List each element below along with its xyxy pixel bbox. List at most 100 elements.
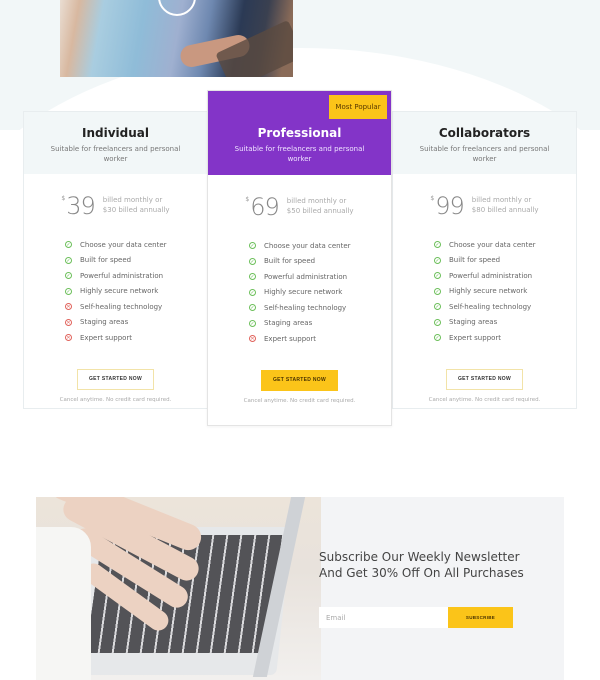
feature-label: Highly secure network <box>449 287 528 296</box>
check-circle-icon: ✓ <box>434 256 441 264</box>
price-row: $ 99 billed monthly or $80 billed annual… <box>393 193 576 219</box>
most-popular-badge: Most Popular <box>329 95 387 119</box>
feature-label: Powerful administration <box>80 271 164 280</box>
feature-item: ✓ Self-healing technology <box>249 300 391 316</box>
hero-video-thumbnail[interactable] <box>60 0 293 77</box>
feature-label: Choose your data center <box>264 241 351 250</box>
billing-monthly: billed monthly or <box>286 197 347 205</box>
feature-label: Expert support <box>264 334 317 343</box>
billing-info: billed monthly or $50 billed annually <box>287 196 354 216</box>
feature-item: ✓ Powerful administration <box>434 268 576 284</box>
feature-label: Highly secure network <box>80 287 159 296</box>
pricing-card-individual: Individual Suitable for freelancers and … <box>23 111 208 409</box>
x-circle-icon: ✕ <box>65 318 72 326</box>
billing-monthly: billed monthly or <box>471 196 532 204</box>
feature-list: ✓ Choose your data center ✓ Built for speed… <box>65 237 207 346</box>
pricing-card-collaborators: Collaborators Suitable for freelancers a… <box>392 111 577 409</box>
feature-label: Self-healing technology <box>80 302 163 311</box>
check-circle-icon: ✓ <box>65 256 72 264</box>
price-amount: 69 <box>250 193 280 221</box>
feature-item: ✓ Choose your data center <box>65 237 207 253</box>
feature-item: ✓ Built for speed <box>249 254 391 270</box>
currency-symbol: $ <box>245 196 250 203</box>
feature-label: Staging areas <box>80 318 129 327</box>
feature-label: Self-healing technology <box>264 303 347 312</box>
mug-shape <box>36 527 91 680</box>
price-row: $ 39 billed monthly or $30 billed annual… <box>24 193 207 219</box>
check-circle-icon: ✓ <box>434 241 441 249</box>
feature-item: ✓ Highly secure network <box>65 284 207 300</box>
card-header: Individual Suitable for freelancers and … <box>24 112 207 174</box>
check-circle-icon: ✓ <box>249 319 256 327</box>
play-icon[interactable] <box>158 0 196 16</box>
check-circle-icon: ✓ <box>434 334 441 342</box>
pricing-card-professional: Most Popular Professional Suitable for f… <box>207 90 392 426</box>
feature-label: Built for speed <box>80 256 132 265</box>
feature-list: ✓ Choose your data center ✓ Built for speed… <box>434 237 576 346</box>
feature-item: ✓ Staging areas <box>249 316 391 332</box>
get-started-button[interactable]: GET STARTED NOW <box>446 368 523 390</box>
check-circle-icon: ✓ <box>249 273 256 281</box>
feature-label: Expert support <box>449 333 502 342</box>
get-started-button[interactable]: GET STARTED NOW <box>261 369 338 391</box>
check-circle-icon: ✓ <box>249 288 256 296</box>
check-circle-icon: ✓ <box>65 272 72 280</box>
feature-item: ✓ Choose your data center <box>434 237 576 253</box>
currency-symbol: $ <box>430 195 435 202</box>
card-header: Most Popular Professional Suitable for f… <box>208 91 391 175</box>
feature-item: ✓ Highly secure network <box>249 285 391 301</box>
check-circle-icon: ✓ <box>65 241 72 249</box>
email-input[interactable] <box>319 607 448 628</box>
check-circle-icon: ✓ <box>434 318 441 326</box>
feature-label: Staging areas <box>449 318 498 327</box>
feature-item: ✓ Built for speed <box>65 253 207 269</box>
feature-item: ✓ Choose your data center <box>249 238 391 254</box>
plan-subtitle: Suitable for freelancers and personal wo… <box>419 145 550 163</box>
plan-subtitle: Suitable for freelancers and personal wo… <box>50 145 181 163</box>
billing-annual: $50 billed annually <box>286 207 354 215</box>
price-row: $ 69 billed monthly or $50 billed annual… <box>208 194 391 220</box>
cancel-note: Cancel anytime. No credit card required. <box>59 396 172 403</box>
feature-item: ✕ Self-healing technology <box>65 299 207 315</box>
feature-item: ✓ Expert support <box>434 330 576 346</box>
billing-monthly: billed monthly or <box>102 196 163 204</box>
feature-label: Powerful administration <box>264 272 348 281</box>
x-circle-icon: ✕ <box>65 334 72 342</box>
check-circle-icon: ✓ <box>434 303 441 311</box>
feature-item: ✓ Highly secure network <box>434 284 576 300</box>
laptop-typing-image <box>36 497 321 680</box>
card-header: Collaborators Suitable for freelancers a… <box>393 112 576 174</box>
subscribe-button[interactable]: SUBSCRIBE <box>448 607 513 628</box>
cancel-note: Cancel anytime. No credit card required. <box>428 396 541 403</box>
feature-item: ✓ Powerful administration <box>65 268 207 284</box>
plan-name: Professional <box>257 126 342 140</box>
plan-name: Individual <box>82 126 149 140</box>
feature-label: Choose your data center <box>449 240 536 249</box>
feature-label: Self-healing technology <box>449 302 532 311</box>
newsletter-form: SUBSCRIBE <box>319 607 513 628</box>
check-circle-icon: ✓ <box>249 242 256 250</box>
feature-item: ✕ Expert support <box>65 330 207 346</box>
feature-item: ✕ Expert support <box>249 331 391 347</box>
price-amount: 99 <box>435 192 465 220</box>
feature-item: ✓ Staging areas <box>434 315 576 331</box>
billing-annual: $30 billed annually <box>102 206 170 214</box>
check-circle-icon: ✓ <box>434 272 441 280</box>
plan-subtitle: Suitable for freelancers and personal wo… <box>234 145 365 163</box>
check-circle-icon: ✓ <box>249 257 256 265</box>
newsletter-section: Subscribe Our Weekly Newsletter And Get … <box>36 497 564 680</box>
cancel-note: Cancel anytime. No credit card required. <box>243 397 356 404</box>
price-amount: 39 <box>66 192 96 220</box>
newsletter-title: Subscribe Our Weekly Newsletter And Get … <box>319 550 524 580</box>
feature-label: Powerful administration <box>449 271 533 280</box>
check-circle-icon: ✓ <box>434 287 441 295</box>
feature-item: ✓ Built for speed <box>434 253 576 269</box>
billing-annual: $80 billed annually <box>471 206 539 214</box>
billing-info: billed monthly or $80 billed annually <box>472 195 539 215</box>
currency-symbol: $ <box>61 195 66 202</box>
tablet-shape <box>215 19 293 77</box>
feature-label: Choose your data center <box>80 240 167 249</box>
feature-label: Expert support <box>80 333 133 342</box>
get-started-button[interactable]: GET STARTED NOW <box>77 368 154 390</box>
x-circle-icon: ✕ <box>65 303 72 311</box>
